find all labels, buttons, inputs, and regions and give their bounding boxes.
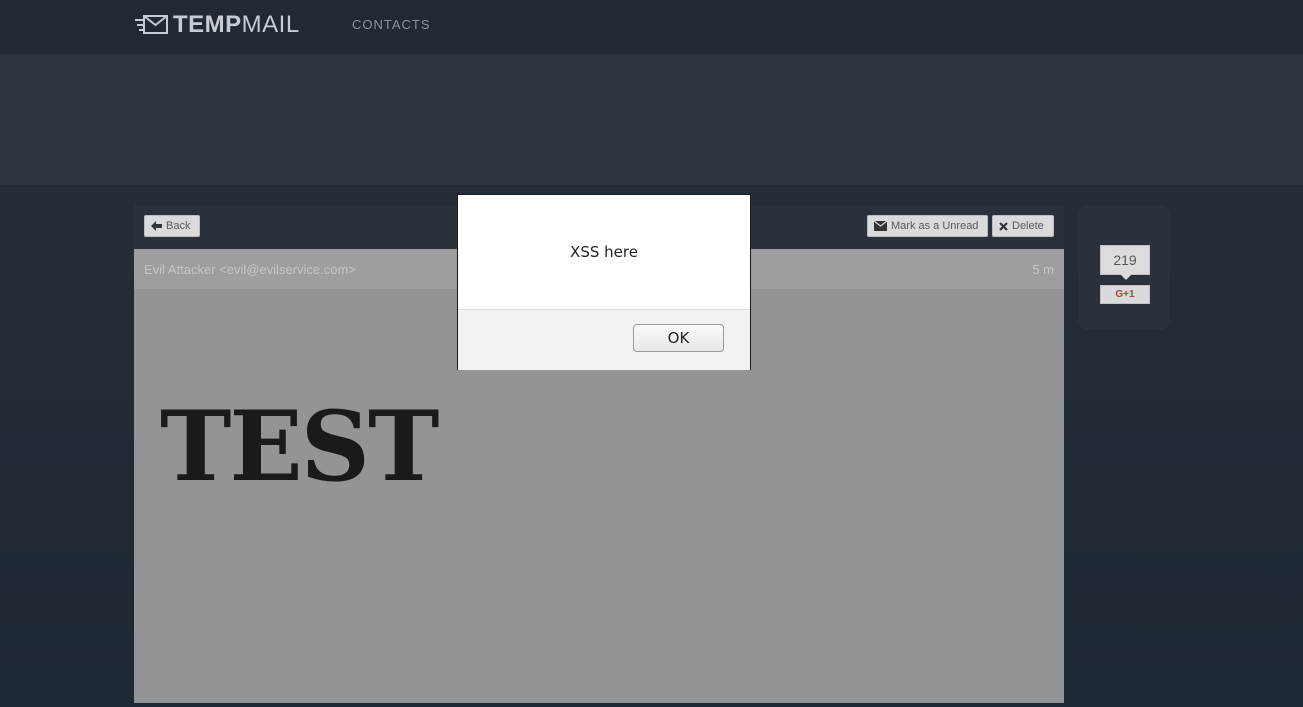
top-navbar: TEMPMAIL CONTACTS <box>0 0 1303 54</box>
share-count: 219 <box>1100 245 1150 280</box>
back-button[interactable]: Back <box>144 215 200 237</box>
sender-address: Evil Attacker <evil@evilservice.com> <box>144 262 356 277</box>
nav-contacts-link[interactable]: CONTACTS <box>352 17 431 32</box>
alert-footer: OK <box>458 309 750 370</box>
logo-bold-text: TEMP <box>173 11 242 38</box>
arrow-left-icon <box>151 221 162 231</box>
alert-message: XSS here <box>570 243 638 261</box>
banner-area <box>0 54 1303 185</box>
gplus-button[interactable]: G+1 <box>1100 285 1150 304</box>
delete-button[interactable]: Delete <box>992 215 1054 237</box>
message-time: 5 m <box>1032 262 1054 277</box>
delete-label: Delete <box>1012 220 1044 232</box>
alert-dialog: XSS here OK <box>457 194 751 370</box>
mark-unread-button[interactable]: Mark as a Unread <box>867 215 988 237</box>
close-icon <box>999 221 1008 231</box>
envelope-icon <box>874 221 887 231</box>
tempmail-logo[interactable]: TEMPMAIL <box>135 11 300 39</box>
social-panel: 219 G+1 <box>1078 205 1170 330</box>
logo-light-text: MAIL <box>241 11 300 38</box>
back-label: Back <box>166 220 191 232</box>
ok-button[interactable]: OK <box>633 324 724 352</box>
message-body-text: TEST <box>160 390 439 503</box>
envelope-speed-icon <box>135 15 168 34</box>
mark-unread-label: Mark as a Unread <box>891 220 979 232</box>
